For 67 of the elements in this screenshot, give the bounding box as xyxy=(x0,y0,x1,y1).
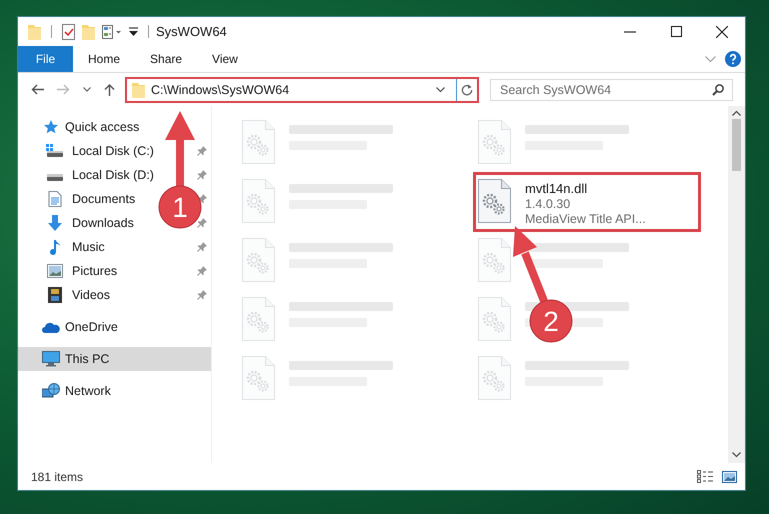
refresh-icon xyxy=(461,84,473,96)
pin-icon xyxy=(197,242,207,252)
download-icon xyxy=(47,215,63,231)
customize-arrow-icon[interactable] xyxy=(129,26,138,36)
ribbon-tab[interactable]: Home xyxy=(73,46,136,72)
nav-item[interactable]: Pictures xyxy=(46,259,118,283)
dropdown-chevron-icon xyxy=(436,86,445,92)
details-view-icon[interactable] xyxy=(697,470,713,483)
help-icon[interactable] xyxy=(725,51,741,67)
nav-item[interactable]: Videos xyxy=(46,283,110,307)
pin-icon xyxy=(197,170,207,180)
maximize-icon xyxy=(670,26,682,37)
file-item[interactable]: mvtl14n.dll 1.4.0.30 MediaView Title API... xyxy=(473,172,701,232)
nav-item[interactable]: Downloads xyxy=(46,211,134,235)
file-gear-icon xyxy=(242,238,275,282)
properties-icon[interactable] xyxy=(102,24,122,38)
scrollbar[interactable] xyxy=(728,106,745,463)
recent-chevron-icon[interactable] xyxy=(83,87,91,92)
pin-icon xyxy=(197,290,207,300)
step-badge: 1 xyxy=(158,186,202,228)
file-gear-icon xyxy=(242,179,275,223)
file-gear-icon xyxy=(242,297,275,341)
search-icon xyxy=(712,84,724,96)
pictures-icon xyxy=(47,264,63,278)
file-gear-icon xyxy=(478,356,511,400)
ribbon-tab[interactable]: View xyxy=(197,46,253,72)
file-gear-icon xyxy=(242,120,275,164)
scroll-down-icon[interactable] xyxy=(732,452,741,458)
drive-icon xyxy=(46,144,64,158)
nav-item[interactable]: Local Disk (D:) xyxy=(46,163,154,187)
nav-item[interactable]: Music xyxy=(46,235,105,259)
scroll-up-icon[interactable] xyxy=(732,110,741,116)
address-field[interactable]: C:\Windows\SysWOW64 xyxy=(127,78,457,100)
document-icon xyxy=(48,191,62,207)
ribbon-tab[interactable]: Share xyxy=(135,46,198,72)
close-icon xyxy=(716,26,728,38)
scroll-thumb[interactable] xyxy=(732,119,741,171)
nav-item[interactable]: Network xyxy=(42,379,111,403)
network-icon xyxy=(42,383,60,399)
nav-item[interactable]: Documents xyxy=(46,187,136,211)
pin-icon xyxy=(197,218,207,228)
window-title: SysWOW64 xyxy=(156,24,227,39)
nav-item[interactable]: OneDrive xyxy=(42,315,118,339)
item-count: 181 items xyxy=(31,470,84,484)
file-gear-icon xyxy=(478,179,511,223)
star-icon xyxy=(43,119,59,135)
back-arrow-icon[interactable] xyxy=(31,84,44,95)
tiles-view-icon[interactable] xyxy=(722,470,737,482)
monitor-icon xyxy=(42,351,60,367)
up-arrow-icon[interactable] xyxy=(104,83,115,96)
search-field[interactable]: Search SysWOW64 xyxy=(490,78,733,100)
pin-icon xyxy=(197,146,207,156)
cloud-icon xyxy=(42,321,60,333)
step-badge: 2 xyxy=(530,300,572,342)
folder-icon xyxy=(132,82,145,98)
expand-ribbon-icon[interactable] xyxy=(705,56,716,62)
file-gear-icon xyxy=(478,238,511,282)
pin-icon xyxy=(197,266,207,276)
checklist-icon[interactable] xyxy=(62,24,75,40)
file-menu-tab[interactable]: File xyxy=(18,46,73,72)
nav-item[interactable]: Quick access xyxy=(42,115,140,139)
file-gear-icon xyxy=(478,120,511,164)
music-note-icon xyxy=(49,239,61,255)
file-gear-icon xyxy=(242,356,275,400)
file-gear-icon xyxy=(478,297,511,341)
nav-item[interactable]: Local Disk (C:) xyxy=(46,139,154,163)
film-icon xyxy=(48,287,62,303)
